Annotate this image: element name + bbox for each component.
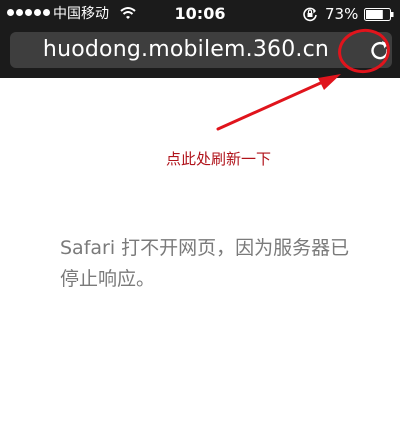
- annotation-text: 点此处刷新一下: [166, 150, 272, 168]
- url-text[interactable]: huodong.mobilem.360.cn: [10, 36, 362, 64]
- battery-percent: 73%: [325, 5, 359, 23]
- orientation-lock-icon: [303, 7, 317, 22]
- safari-screen: 中国移动 10:06 73% huodong.mobilem.360.cn 点此…: [0, 0, 400, 424]
- battery-icon: [364, 8, 394, 21]
- status-bar: 中国移动 10:06 73%: [0, 0, 400, 28]
- error-message: Safari 打不开网页，因为服务器已停止响应。: [60, 237, 350, 290]
- url-field[interactable]: huodong.mobilem.360.cn: [10, 32, 392, 68]
